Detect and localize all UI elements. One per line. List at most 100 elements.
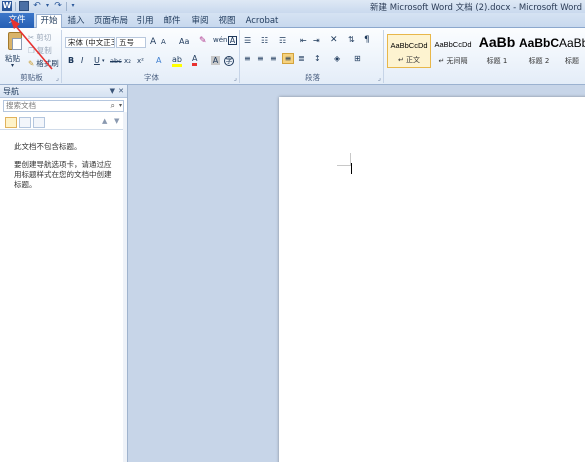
customize-qat-icon[interactable]: ▾ [70, 1, 76, 11]
font-name-combo[interactable]: 宋体 (中文正3 [65, 37, 115, 48]
bullets-button[interactable]: ☰ [244, 36, 251, 45]
dialog-launcher-icon[interactable]: ⌟ [378, 74, 381, 82]
superscript-button[interactable]: x² [137, 57, 144, 65]
italic-button[interactable]: I [81, 56, 83, 65]
tab-review[interactable]: 审阅 [188, 15, 212, 27]
tab-acrobat[interactable]: Acrobat [243, 15, 281, 27]
nav-empty-message: 此文档不包含标题。 要创建导航选项卡，请通过应用标题样式在您的文档中创建标题。 [0, 130, 127, 190]
font-group: 宋体 (中文正3 五号 A A Aa ✎ wén A B I U ▾ abc x… [64, 30, 240, 83]
align-left-button[interactable]: ≡ [244, 54, 251, 63]
align-right-button[interactable]: ≡ [270, 54, 277, 63]
clear-formatting-button[interactable]: ✎ [199, 36, 207, 46]
style-no-spacing[interactable]: AaBbCcDd ↵ 无间隔 [431, 34, 475, 68]
multilevel-list-button[interactable]: ☶ [279, 36, 286, 45]
style-name: 标题 [565, 57, 579, 65]
document-page[interactable] [279, 97, 585, 462]
nav-view-tabs: ▲ ▼ [0, 115, 127, 130]
underline-dropdown-icon[interactable]: ▾ [102, 58, 105, 64]
margin-mark-horizontal [337, 165, 351, 166]
font-color-icon: A [192, 55, 198, 66]
qat-separator [15, 1, 16, 11]
chinese-layout-button[interactable]: ✕ [330, 35, 338, 45]
previous-heading-icon[interactable]: ▲ [102, 117, 107, 125]
change-case-button[interactable]: Aa [179, 37, 189, 46]
close-icon[interactable]: ✕ [118, 85, 124, 98]
enclose-characters-button[interactable]: 字 [224, 56, 234, 66]
copy-label: 复制 [36, 45, 52, 55]
decrease-indent-button[interactable]: ⇤ [300, 36, 307, 45]
redo-icon[interactable]: ↷ [53, 1, 63, 11]
shrink-font-button[interactable]: A [161, 38, 166, 46]
dialog-launcher-icon[interactable]: ⌟ [56, 74, 59, 82]
search-placeholder: 搜索文档 [6, 101, 36, 110]
center-button[interactable]: ≡ [257, 54, 264, 63]
nav-search-input[interactable]: 搜索文档 ⌕ ▾ [3, 100, 124, 112]
chevron-down-icon[interactable]: ▼ [110, 85, 115, 98]
tab-view[interactable]: 视图 [215, 15, 239, 27]
line-spacing-button[interactable]: ↕ [314, 54, 321, 63]
style-heading-2[interactable]: AaBbC 标题 2 [517, 34, 561, 68]
cut-button[interactable]: ✂ 剪切 [28, 32, 51, 42]
highlight-color-button[interactable]: ab [172, 56, 182, 67]
tab-page-layout[interactable]: 页面布局 [91, 15, 131, 27]
create-headings-hint: 要创建导航选项卡，请通过应用标题样式在您的文档中创建标题。 [14, 160, 112, 189]
style-normal[interactable]: AaBbCcDd ↵ 正文 [387, 34, 431, 68]
tab-references[interactable]: 引用 [133, 15, 157, 27]
font-color-button[interactable]: A [192, 55, 198, 66]
quick-access-toolbar: W ↶ ▾ ↷ ▾ [2, 1, 76, 11]
chevron-down-icon[interactable]: ▾ [119, 101, 122, 111]
paste-icon [8, 32, 22, 50]
borders-button[interactable]: ⊞ [354, 54, 361, 63]
tab-home[interactable]: 开始 [36, 14, 62, 28]
tab-browse-results[interactable] [33, 117, 45, 128]
numbering-button[interactable]: ☷ [261, 36, 268, 45]
phonetic-guide-button[interactable]: wén [213, 36, 227, 44]
undo-dropdown-icon[interactable]: ▾ [45, 1, 50, 11]
tab-insert[interactable]: 插入 [63, 15, 89, 27]
paragraph-group: ☰ ☷ ☶ ⇤ ⇥ ✕ ⇅ ¶ ≡ ≡ ≡ ≡ ≣ ↕ ◈ ⊞ 段落 ⌟ [242, 30, 384, 83]
clipboard-group: 粘贴 ▾ ✂ 剪切 ❐ 复制 ✎ 格式刷 剪贴板 ⌟ [2, 30, 62, 83]
font-name-value: 宋体 (中文正3 [68, 38, 115, 47]
nav-pane-header: 导航 ▼ ✕ [0, 85, 127, 98]
grow-font-button[interactable]: A [150, 37, 156, 47]
undo-icon[interactable]: ↶ [32, 1, 42, 11]
paragraph-group-label: 段落 [305, 73, 320, 82]
increase-indent-button[interactable]: ⇥ [313, 36, 320, 45]
strikethrough-button[interactable]: abc [110, 57, 122, 65]
sort-button[interactable]: ⇅ [348, 35, 355, 44]
character-shading-button[interactable]: A [211, 56, 220, 65]
save-icon[interactable] [19, 1, 29, 11]
justify-button[interactable]: ≡ [282, 53, 294, 64]
window-title: 新建 Microsoft Word 文档 (2).docx - Microsof… [370, 3, 583, 13]
style-heading-1[interactable]: AaBb 标题 1 [475, 34, 519, 68]
next-heading-icon[interactable]: ▼ [114, 117, 119, 125]
tab-file[interactable]: 文件 [0, 13, 34, 28]
format-painter-button[interactable]: ✎ 格式刷 [28, 58, 59, 68]
nav-pane-scrollbar[interactable] [123, 112, 127, 462]
document-area[interactable] [128, 85, 585, 462]
copy-button[interactable]: ❐ 复制 [28, 45, 52, 55]
tab-mailings[interactable]: 邮件 [160, 15, 184, 27]
character-border-button[interactable]: A [228, 36, 237, 45]
bold-button[interactable]: B [68, 56, 74, 65]
text-effects-button[interactable]: A [156, 56, 161, 65]
tab-browse-headings[interactable] [5, 117, 17, 128]
navigation-pane: 导航 ▼ ✕ 搜索文档 ⌕ ▾ ▲ ▼ 此文档不包含标题。 要创建导航选项卡，请… [0, 85, 128, 462]
tab-browse-pages[interactable] [19, 117, 31, 128]
styles-group: AaBbCcDd ↵ 正文 AaBbCcDd ↵ 无间隔 AaBb 标题 1 A… [386, 30, 585, 83]
subscript-button[interactable]: x₂ [124, 57, 131, 65]
style-title[interactable]: AaBb 标题 [559, 34, 585, 68]
ribbon: 粘贴 ▾ ✂ 剪切 ❐ 复制 ✎ 格式刷 剪贴板 ⌟ 宋体 (中文正3 五号 A… [0, 28, 585, 85]
style-name: ↵ 正文 [397, 56, 421, 64]
font-size-combo[interactable]: 五号 [116, 37, 146, 48]
distributed-button[interactable]: ≣ [298, 54, 305, 63]
paste-button[interactable]: 粘贴 ▾ [2, 30, 28, 72]
shading-button[interactable]: ◈ [334, 54, 340, 63]
underline-button[interactable]: U [94, 56, 100, 65]
ribbon-tab-row: 文件 开始 插入 页面布局 引用 邮件 审阅 视图 Acrobat [0, 13, 585, 28]
dialog-launcher-icon[interactable]: ⌟ [234, 74, 237, 82]
search-icon[interactable]: ⌕ [111, 101, 115, 111]
word-app-icon[interactable]: W [2, 1, 12, 11]
cut-label: 剪切 [36, 32, 52, 42]
show-marks-button[interactable]: ¶ [364, 35, 370, 45]
